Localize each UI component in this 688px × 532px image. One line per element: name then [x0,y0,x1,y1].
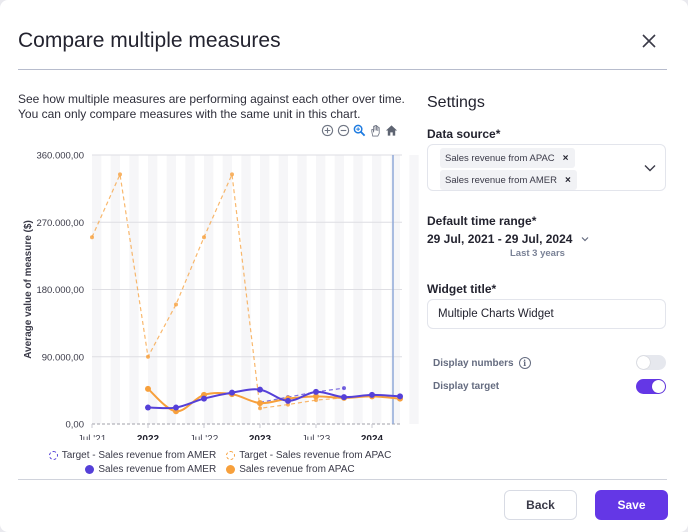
chip-label: Sales revenue from AMER [445,174,557,186]
settings-heading: Settings [427,94,485,111]
legend-target-marker-icon [48,450,58,460]
target-point-apac [146,354,150,359]
legend-item[interactable]: Target - Sales revenue from APAC [226,450,391,461]
target-point-apac [202,235,206,240]
target-point-amer [342,386,346,391]
remove-chip-icon[interactable]: × [565,175,571,186]
y-tick-label: 180.000,00 [36,285,84,296]
info-icon[interactable]: i [518,357,531,369]
x-tick-label: Jul '23 [302,434,331,440]
legend-item[interactable]: Sales revenue from AMER [85,464,216,475]
time-range-label: Default time range* [427,214,537,228]
display-target-label: Display target [433,381,499,392]
time-range-select[interactable]: 29 Jul, 2021 - 29 Jul, 2024 [427,232,590,246]
pan-hand-icon[interactable] [369,124,382,137]
chevron-down-icon[interactable] [643,161,657,175]
compare-measures-dialog: Compare multiple measures See how multip… [0,0,688,532]
data-point-amer [313,388,319,395]
time-range-value: 29 Jul, 2021 - 29 Jul, 2024 [427,232,573,246]
data-point-amer [257,386,263,393]
legend-label: Target - Sales revenue from AMER [61,449,217,461]
data-point-amer [201,395,207,402]
data-point-amer [229,389,235,396]
chart-toolbar [321,124,398,137]
target-point-apac [118,172,122,177]
zoom-select-icon[interactable] [353,124,366,137]
legend-marker-icon [226,464,236,474]
legend-item[interactable]: Sales revenue from APAC [226,463,355,475]
data-point-apac [257,400,263,407]
display-target-toggle[interactable] [636,379,666,394]
y-tick-label: 90.000,00 [42,352,84,363]
time-range-subtitle: Last 3 years [510,248,565,259]
target-point-apac [174,302,178,307]
dialog-description: See how multiple measures are performing… [18,92,405,121]
zoom-out-icon[interactable] [337,124,350,137]
data-source-label: Data source* [427,127,501,141]
legend-marker-icon [85,464,95,474]
x-tick-label: Jul '22 [190,434,219,440]
back-button[interactable]: Back [504,490,577,520]
data-source-chip: Sales revenue from AMER × [440,170,577,190]
close-icon[interactable] [639,31,659,51]
measures-line-chart: 0,00 90.000,00 180.000,00 270.000,00 360.000… [23,151,419,440]
data-point-amer [397,393,403,400]
legend-label: Target - Sales revenue from APAC [239,449,392,461]
target-point-apac [90,235,94,240]
legend-item[interactable]: Target - Sales revenue from AMER [48,449,217,461]
data-point-amer [173,404,179,411]
target-point-apac [230,172,234,177]
x-tick-label: Jul '21 [78,434,107,440]
y-tick-label: 270.000,00 [36,218,84,229]
legend-label: Sales revenue from APAC [239,463,355,475]
legend-target-marker-icon [226,450,236,460]
save-button[interactable]: Save [595,490,668,520]
data-point-amer [285,397,291,404]
x-tick-label: 2023 [249,434,272,440]
widget-title-label: Widget title* [427,282,497,296]
x-tick-label: 2022 [137,434,160,440]
display-target-text: Display target [433,381,500,392]
data-point-amer [369,391,375,398]
zoom-in-icon[interactable] [321,124,334,137]
chevron-down-icon [582,237,589,242]
display-numbers-text: Display numbers [433,357,514,369]
dialog-title: Compare multiple measures [18,29,281,52]
y-axis-title: Average value of measure ($) [23,220,34,359]
display-numbers-label: Display numbers i [433,357,531,369]
widget-title-input[interactable] [427,299,666,329]
remove-chip-icon[interactable]: × [563,153,569,164]
footer-divider [18,479,667,480]
display-numbers-toggle[interactable] [636,355,666,370]
data-point-apac [145,385,151,392]
chip-label: Sales revenue from APAC [445,152,555,164]
data-source-chip: Sales revenue from APAC × [440,148,575,168]
grid-band [409,155,419,424]
y-tick-label: 360.000,00 [36,151,84,162]
data-point-amer [145,404,151,411]
home-reset-icon[interactable] [385,124,398,137]
header-divider [18,69,667,70]
legend-label: Sales revenue from AMER [98,463,217,475]
x-tick-label: 2024 [361,434,384,440]
target-point-apac [258,406,262,411]
data-point-amer [341,394,347,401]
y-tick-label: 0,00 [66,420,85,431]
chart-legend: Target - Sales revenue from AMER Target -… [40,448,400,476]
data-source-select[interactable]: Sales revenue from APAC × Sales revenue … [427,144,666,191]
